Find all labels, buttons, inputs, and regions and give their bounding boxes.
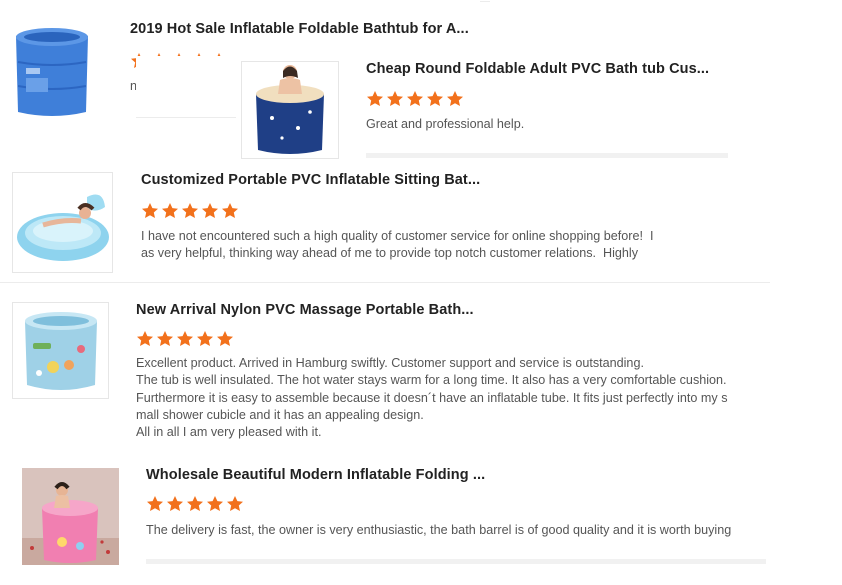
star-icon: [387, 91, 403, 106]
star-icon: [182, 203, 198, 218]
product-thumbnail-5[interactable]: [22, 468, 119, 565]
card-2-top-divider: [136, 117, 236, 118]
star-rating-5: [146, 495, 244, 512]
star-icon: [157, 331, 173, 346]
card-3-bottom-divider: [0, 282, 770, 283]
star-icon: [202, 203, 218, 218]
pink-bathtub-with-child-icon: [22, 468, 119, 565]
review-card-2: Cheap Round Foldable Adult PVC Bath tub …: [136, 56, 730, 160]
star-icon: [137, 331, 153, 346]
star-icon: [197, 331, 213, 346]
star-icon: [427, 91, 443, 106]
star-icon: [177, 331, 193, 346]
review-card-3: Customized Portable PVC Inflatable Sitti…: [0, 165, 770, 283]
star-icon: [207, 496, 223, 511]
blue-round-bathtub-icon: [2, 22, 102, 118]
star-icon: [407, 91, 423, 106]
review-card-4: New Arrival Nylon PVC Massage Portable B…: [0, 293, 780, 453]
product-thumbnail-2[interactable]: [241, 61, 339, 159]
star-icon: [217, 331, 233, 346]
dark-blue-bathtub-with-woman-icon: [242, 62, 338, 158]
review-text-3: I have not encountered such a high quali…: [141, 229, 654, 261]
product-title-2[interactable]: Cheap Round Foldable Adult PVC Bath tub …: [366, 61, 709, 77]
product-title-5[interactable]: Wholesale Beautiful Modern Inflatable Fo…: [146, 467, 485, 483]
star-icon: [167, 496, 183, 511]
star-icon: [142, 203, 158, 218]
star-icon: [162, 203, 178, 218]
star-rating-2: [366, 90, 464, 107]
product-title-1[interactable]: 2019 Hot Sale Inflatable Foldable Bathtu…: [130, 21, 469, 37]
star-icon: [227, 496, 243, 511]
product-title-4[interactable]: New Arrival Nylon PVC Massage Portable B…: [136, 302, 474, 318]
product-thumbnail-4[interactable]: [12, 302, 109, 399]
star-icon: [222, 203, 238, 218]
review-card-5: Wholesale Beautiful Modern Inflatable Fo…: [0, 462, 780, 582]
product-title-3[interactable]: Customized Portable PVC Inflatable Sitti…: [141, 172, 480, 188]
product-thumbnail-1[interactable]: [2, 22, 102, 118]
review-text-4: Excellent product. Arrived in Hamburg sw…: [136, 356, 728, 440]
review-text-2: Great and professional help.: [366, 117, 525, 131]
review-text-5: The delivery is fast, the owner is very …: [146, 523, 732, 537]
star-icon: [147, 496, 163, 511]
cartoon-print-bathtub-icon: [13, 303, 108, 398]
card-2-bottom-shade: [366, 153, 728, 158]
light-blue-inflatable-tub-icon: [13, 173, 112, 272]
star-icon: [447, 91, 463, 106]
card-5-bottom-shade: [146, 559, 766, 564]
star-rating-4: [136, 330, 234, 347]
product-thumbnail-3[interactable]: [12, 172, 113, 273]
star-icon: [367, 91, 383, 106]
star-icon: [187, 496, 203, 511]
star-rating-3: [141, 202, 239, 219]
